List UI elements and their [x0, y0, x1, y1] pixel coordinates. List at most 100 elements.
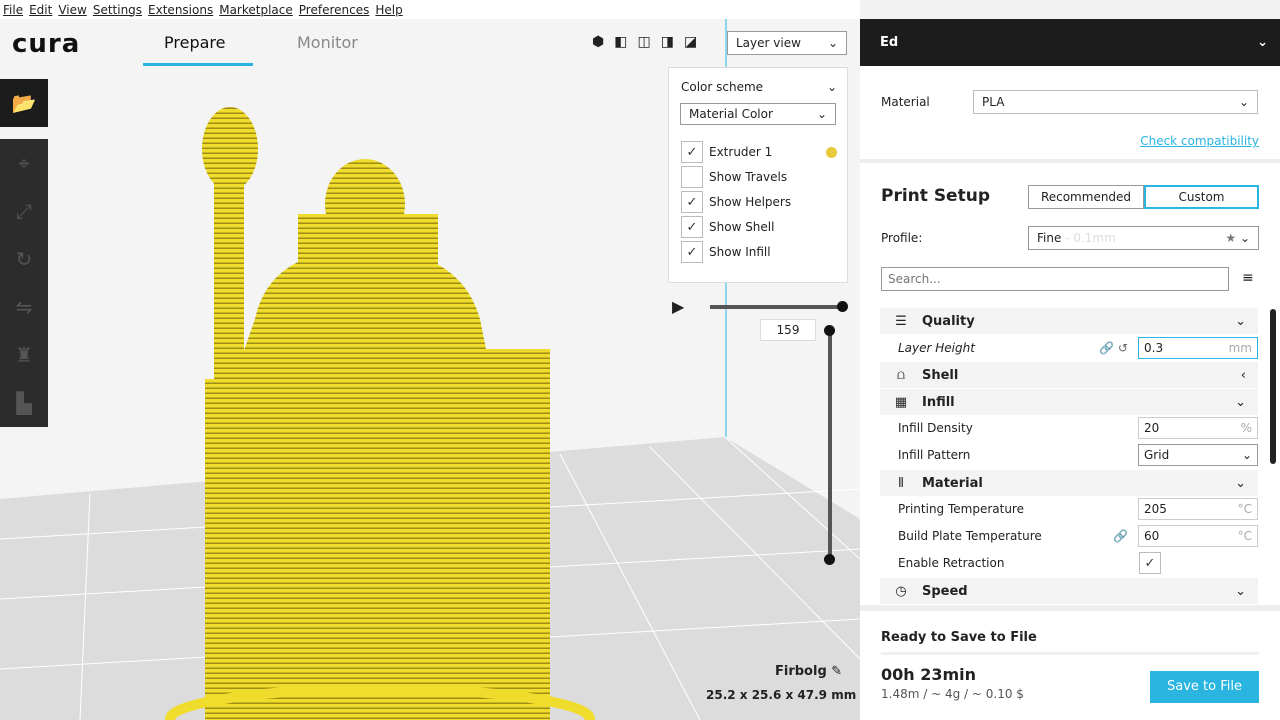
section-label: Quality: [922, 313, 975, 329]
show-helpers-toggle[interactable]: ✓ Show Helpers: [681, 191, 791, 213]
printing-temperature-input[interactable]: 205 °C: [1138, 498, 1258, 520]
left-view-icon[interactable]: ◨: [661, 34, 674, 50]
material-label: Material: [881, 95, 930, 109]
menu-view[interactable]: View: [58, 3, 86, 17]
settings-menu-icon[interactable]: ≡: [1242, 270, 1254, 286]
scale-icon[interactable]: ⤢: [0, 187, 48, 235]
current-layer-field[interactable]: 159: [760, 319, 816, 341]
color-scheme-header[interactable]: Color scheme ⌄: [681, 80, 837, 94]
menu-extensions[interactable]: Extensions: [148, 3, 213, 17]
check-compatibility-link[interactable]: Check compatibility: [1140, 134, 1259, 148]
show-shell-toggle[interactable]: ✓ Show Shell: [681, 216, 774, 238]
checkbox[interactable]: ✓: [681, 191, 703, 213]
color-scheme-value: Material Color: [689, 107, 773, 121]
vertical-layer-slider[interactable]: [828, 331, 832, 559]
view-mode-value: Layer view: [736, 36, 801, 50]
play-icon[interactable]: ▶: [672, 297, 684, 316]
horizontal-layer-slider[interactable]: [710, 305, 842, 309]
edit-pencil-icon[interactable]: ✎: [831, 664, 842, 679]
menu-settings[interactable]: Settings: [93, 3, 142, 17]
infill-pattern-select[interactable]: Grid ⌄: [1138, 444, 1258, 466]
view-mode-select[interactable]: Layer view ⌄: [727, 31, 847, 55]
menu-marketplace[interactable]: Marketplace: [219, 3, 293, 17]
menu-preferences[interactable]: Preferences: [299, 3, 370, 17]
top-view-icon[interactable]: ◫: [637, 34, 650, 50]
divider: [860, 159, 1280, 163]
bottom-layer-handle[interactable]: [824, 554, 835, 565]
save-to-file-button[interactable]: Save to File: [1150, 671, 1259, 703]
field-value: 60: [1144, 529, 1160, 543]
profile-detail: - 0.1mm: [1065, 231, 1116, 245]
rotate-icon[interactable]: ↻: [0, 235, 48, 283]
translate-icon[interactable]: ⌖: [0, 139, 48, 187]
menu-edit[interactable]: Edit: [29, 3, 52, 17]
infill-section[interactable]: ▦ Infill ⌄: [880, 389, 1258, 415]
checkbox[interactable]: ✓: [681, 141, 703, 163]
profile-value: Fine: [1037, 231, 1062, 245]
tab-monitor[interactable]: Monitor: [297, 33, 358, 52]
color-scheme-select[interactable]: Material Color ⌄: [680, 103, 836, 125]
checkbox[interactable]: ✓: [681, 241, 703, 263]
section-label: Infill: [922, 394, 955, 410]
settings-scrollbar[interactable]: [1270, 309, 1276, 464]
printer-selector[interactable]: Ed ⌄: [860, 19, 1280, 66]
tab-prepare[interactable]: Prepare: [164, 33, 225, 52]
show-travels-toggle[interactable]: Show Travels: [681, 166, 787, 188]
link-icon[interactable]: 🔗: [1099, 341, 1114, 355]
material-select[interactable]: PLA ⌄: [973, 90, 1258, 114]
material-section[interactable]: ⦀ Material ⌄: [880, 470, 1258, 496]
3d-view-icon[interactable]: ⬢: [592, 34, 604, 50]
custom-mode-button[interactable]: Custom: [1144, 185, 1259, 209]
link-icon[interactable]: 🔗: [1113, 529, 1128, 543]
3d-viewport[interactable]: cura Prepare Monitor ⬢ ◧ ◫ ◨ ◪ Layer vie…: [0, 19, 860, 720]
front-view-icon[interactable]: ◧: [614, 34, 627, 50]
tool-sidebar: 📂 ⌖ ⤢ ↻ ⇋ ♜ ▙: [0, 79, 48, 427]
layer-view-panel: Color scheme ⌄ Material Color ⌄ ✓ Extruder …: [668, 67, 848, 283]
shell-icon: ⩍: [896, 367, 906, 383]
chevron-down-icon: ⌄: [1235, 583, 1246, 599]
sliced-model: [165, 107, 595, 720]
field-value: 20: [1144, 421, 1160, 435]
setting-label: Printing Temperature: [898, 502, 1024, 516]
infill-density-input[interactable]: 20%: [1138, 417, 1258, 439]
print-setup-title: Print Setup: [881, 186, 990, 206]
color-scheme-label: Color scheme: [681, 80, 764, 94]
speed-section[interactable]: ◷ Speed ⌄: [880, 578, 1258, 604]
support-blocker-icon[interactable]: ▙: [0, 379, 48, 427]
shell-section[interactable]: ⩍ Shell ‹: [880, 362, 1258, 388]
layer-height-input[interactable]: 0.3 mm: [1138, 337, 1258, 359]
profile-select[interactable]: Fine - 0.1mm ★ ⌄: [1028, 226, 1259, 250]
per-model-settings-icon[interactable]: ♜: [0, 331, 48, 379]
top-layer-handle[interactable]: [824, 325, 835, 336]
quality-section[interactable]: ☰ Quality ⌄: [880, 308, 1258, 334]
print-time: 00h 23min: [881, 665, 977, 684]
checkbox[interactable]: ✓: [681, 216, 703, 238]
build-plate-temperature-input[interactable]: 60 °C: [1138, 525, 1258, 547]
star-icon[interactable]: ★: [1225, 231, 1236, 245]
speed-icon: ◷: [895, 583, 907, 599]
checkbox-label: Extruder 1: [709, 145, 773, 159]
right-view-icon[interactable]: ◪: [684, 34, 697, 50]
extruder-1-toggle[interactable]: ✓ Extruder 1: [681, 141, 837, 163]
chevron-down-icon: ⌄: [1238, 95, 1249, 109]
enable-retraction-row: Enable Retraction: [898, 550, 1258, 576]
reset-icon[interactable]: ↺: [1118, 341, 1128, 355]
menu-file[interactable]: File: [3, 3, 23, 17]
recommended-mode-button[interactable]: Recommended: [1028, 185, 1144, 209]
slider-handle[interactable]: [837, 301, 848, 312]
open-folder-icon[interactable]: 📂: [0, 79, 48, 127]
mirror-icon[interactable]: ⇋: [0, 283, 48, 331]
settings-search-input[interactable]: [881, 267, 1229, 291]
chevron-left-icon: ‹: [1240, 367, 1246, 383]
show-infill-toggle[interactable]: ✓ Show Infill: [681, 241, 771, 263]
field-value: Grid: [1144, 448, 1170, 462]
chevron-down-icon: ⌄: [1235, 475, 1246, 491]
chevron-down-icon: ⌄: [1235, 313, 1246, 329]
checkbox[interactable]: [681, 166, 703, 188]
chevron-down-icon: ⌄: [1241, 448, 1252, 462]
model-name: Firbolg ✎: [775, 664, 842, 679]
menu-help[interactable]: Help: [375, 3, 402, 17]
field-value: 0.3: [1144, 341, 1164, 355]
extruder-color-swatch: [826, 146, 837, 158]
enable-retraction-checkbox[interactable]: ✓: [1139, 552, 1161, 574]
